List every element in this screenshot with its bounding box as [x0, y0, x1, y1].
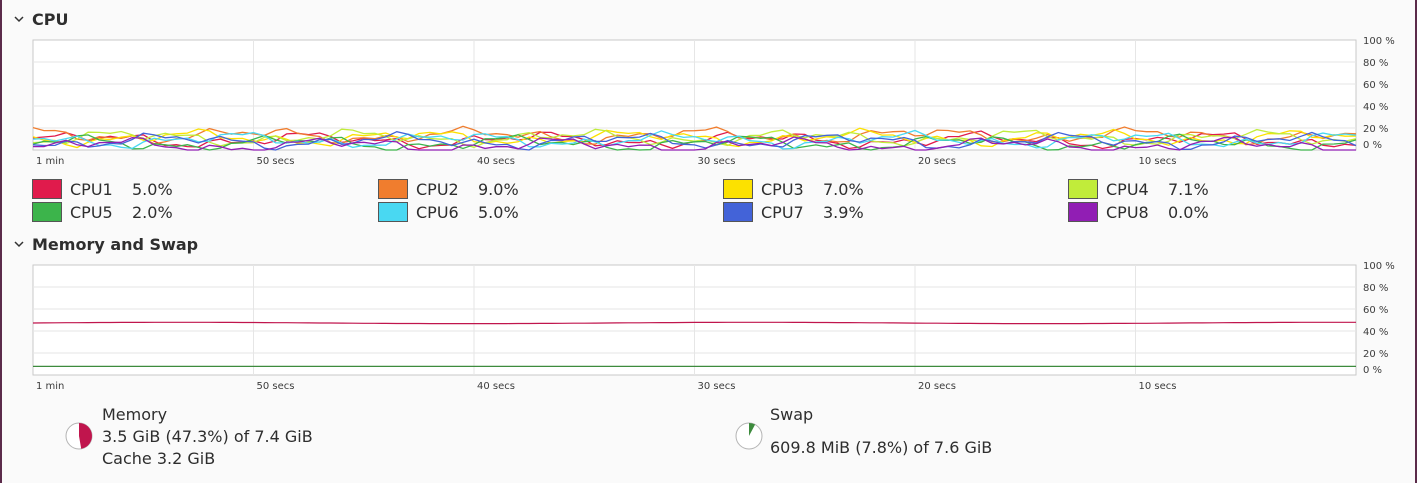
y-tick-label: 60 %: [1363, 305, 1388, 316]
x-tick-label: 40 secs: [477, 381, 515, 392]
memory-pie-slice: [79, 423, 92, 449]
swap-info: Swap 609.8 MiB (7.8%) of 7.6 GiB: [770, 404, 992, 459]
memory-pie-chart: [65, 422, 93, 450]
y-tick-label: 20 %: [1363, 349, 1388, 360]
y-tick-label: 40 %: [1363, 327, 1388, 338]
x-tick-label: 30 secs: [698, 381, 736, 392]
y-tick-label: 100 %: [1363, 261, 1395, 272]
x-tick-label: 50 secs: [257, 381, 295, 392]
swap-label: Swap: [770, 405, 814, 424]
swap-pie-chart: [735, 422, 763, 450]
memory-label: Memory: [102, 405, 168, 424]
x-tick-label: 10 secs: [1139, 381, 1177, 392]
x-tick-label: 1 min: [36, 381, 64, 392]
y-tick-label: 0 %: [1363, 365, 1382, 376]
memory-info: Memory 3.5 GiB (47.3%) of 7.4 GiB Cache …: [102, 404, 313, 470]
y-tick-label: 80 %: [1363, 283, 1388, 294]
swap-usage: 609.8 MiB (7.8%) of 7.6 GiB: [770, 438, 993, 457]
memory-cache: Cache 3.2 GiB: [102, 449, 216, 468]
x-tick-label: 20 secs: [918, 381, 956, 392]
memory-usage: 3.5 GiB (47.3%) of 7.4 GiB: [102, 427, 313, 446]
memory-history-graph: 100 % 80 % 60 % 40 % 20 % 0 % 1 min 50 secs 40 …: [32, 261, 1395, 392]
